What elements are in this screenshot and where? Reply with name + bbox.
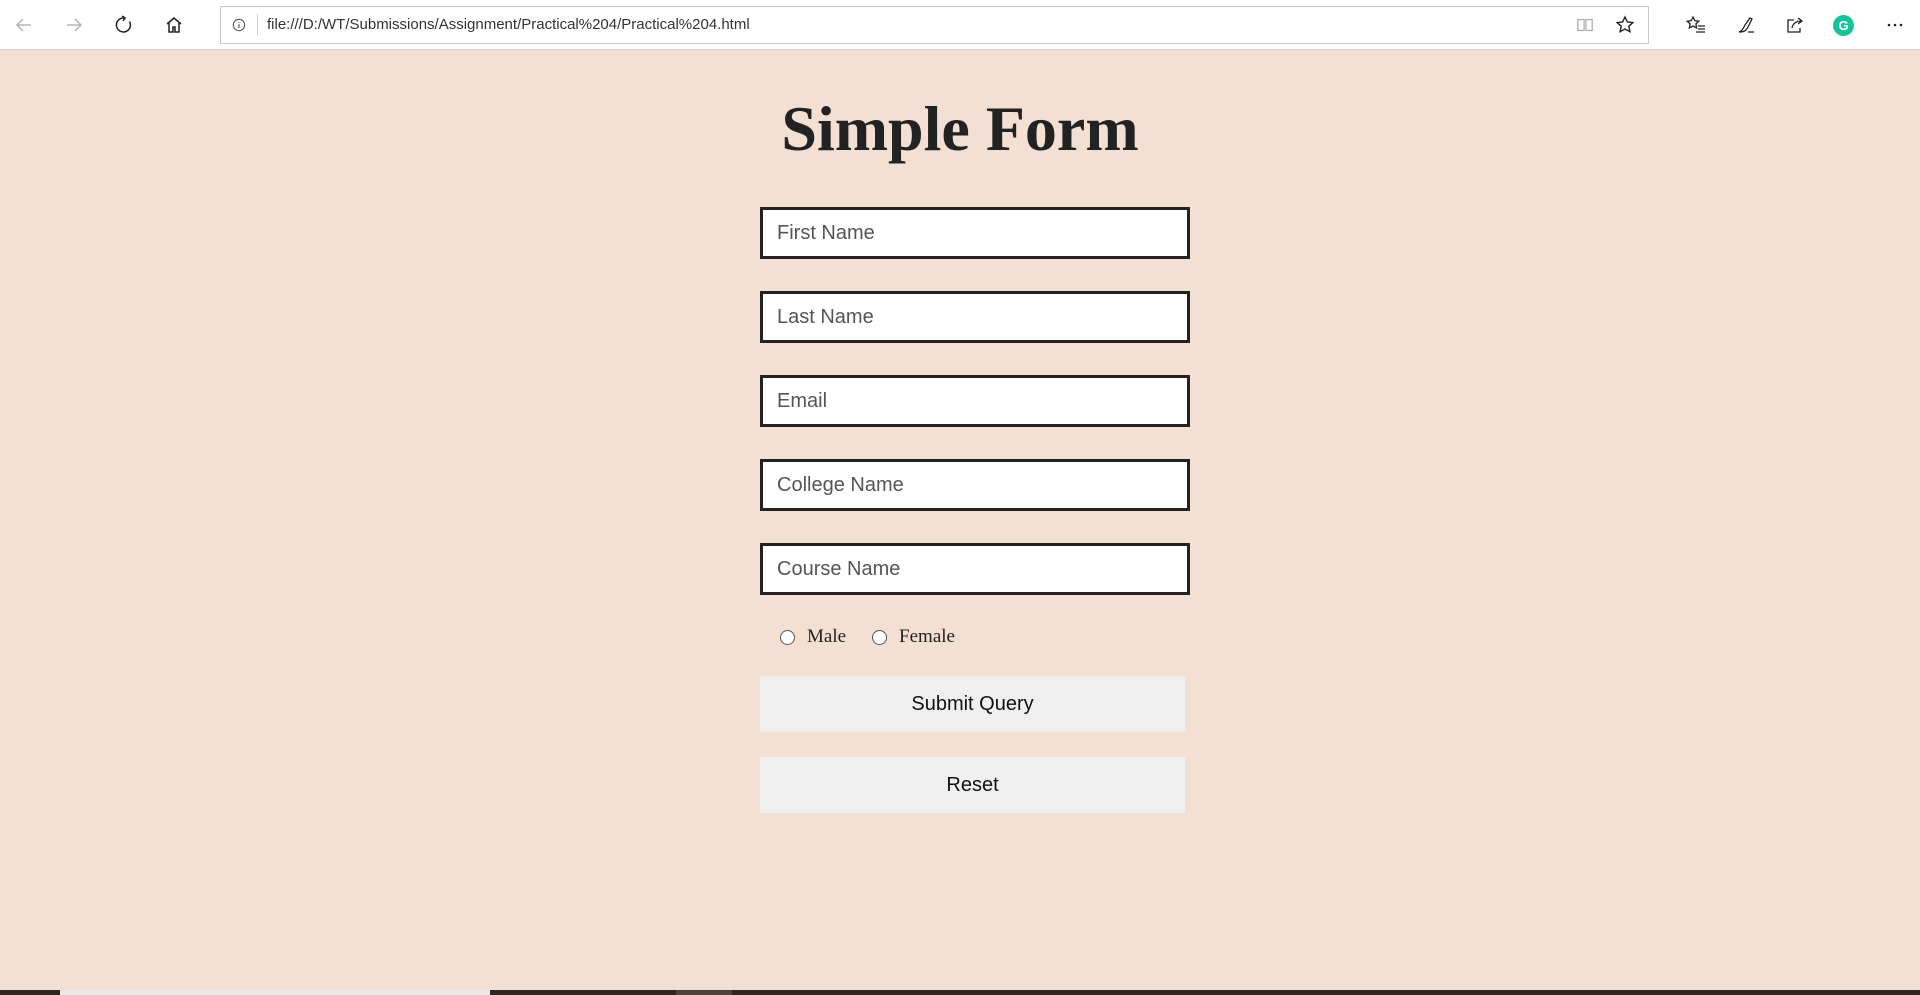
submit-button[interactable]: Submit Query [760, 676, 1185, 732]
female-label: Female [899, 626, 955, 647]
favorites-list-button[interactable] [1680, 9, 1712, 41]
male-label: Male [807, 626, 847, 647]
email-input[interactable] [760, 375, 1190, 427]
page-title: Simple Form [781, 93, 1139, 164]
taskbar-active-item[interactable] [60, 990, 490, 995]
browser-toolbar: file:///D:/WT/Submissions/Assignment/Pra… [0, 0, 1920, 50]
share-button[interactable] [1779, 9, 1811, 41]
male-radio[interactable] [780, 629, 795, 645]
more-icon [1887, 23, 1903, 27]
course-name-input[interactable] [760, 543, 1190, 595]
more-button[interactable] [1879, 9, 1911, 41]
back-button[interactable] [8, 9, 40, 41]
last-name-input[interactable] [760, 291, 1190, 343]
forward-arrow-icon [67, 18, 83, 32]
gender-group: Male Female [780, 622, 981, 652]
share-icon [1787, 17, 1804, 33]
home-button[interactable] [158, 9, 190, 41]
college-name-input[interactable] [760, 459, 1190, 511]
female-radio[interactable] [872, 629, 888, 645]
favorites-list-icon [1686, 15, 1705, 33]
gender-option-male[interactable]: Male [780, 626, 846, 648]
reading-view-icon[interactable] [1573, 13, 1597, 37]
info-icon[interactable] [229, 15, 249, 35]
address-separator [257, 14, 258, 36]
star-icon[interactable] [1613, 13, 1637, 37]
gender-option-female[interactable]: Female [872, 626, 955, 648]
pen-button[interactable] [1730, 9, 1762, 41]
address-bar[interactable]: file:///D:/WT/Submissions/Assignment/Pra… [220, 6, 1649, 44]
taskbar-item[interactable] [676, 990, 732, 995]
pen-icon [1738, 17, 1754, 33]
first-name-input[interactable] [760, 207, 1190, 259]
grammarly-icon[interactable]: G [1833, 15, 1854, 36]
address-url[interactable]: file:///D:/WT/Submissions/Assignment/Pra… [267, 7, 750, 43]
back-arrow-icon [15, 18, 31, 32]
forward-button[interactable] [58, 9, 90, 41]
home-icon [166, 17, 182, 33]
reset-button[interactable]: Reset [760, 757, 1185, 813]
refresh-icon [115, 15, 132, 33]
refresh-button[interactable] [108, 9, 140, 41]
